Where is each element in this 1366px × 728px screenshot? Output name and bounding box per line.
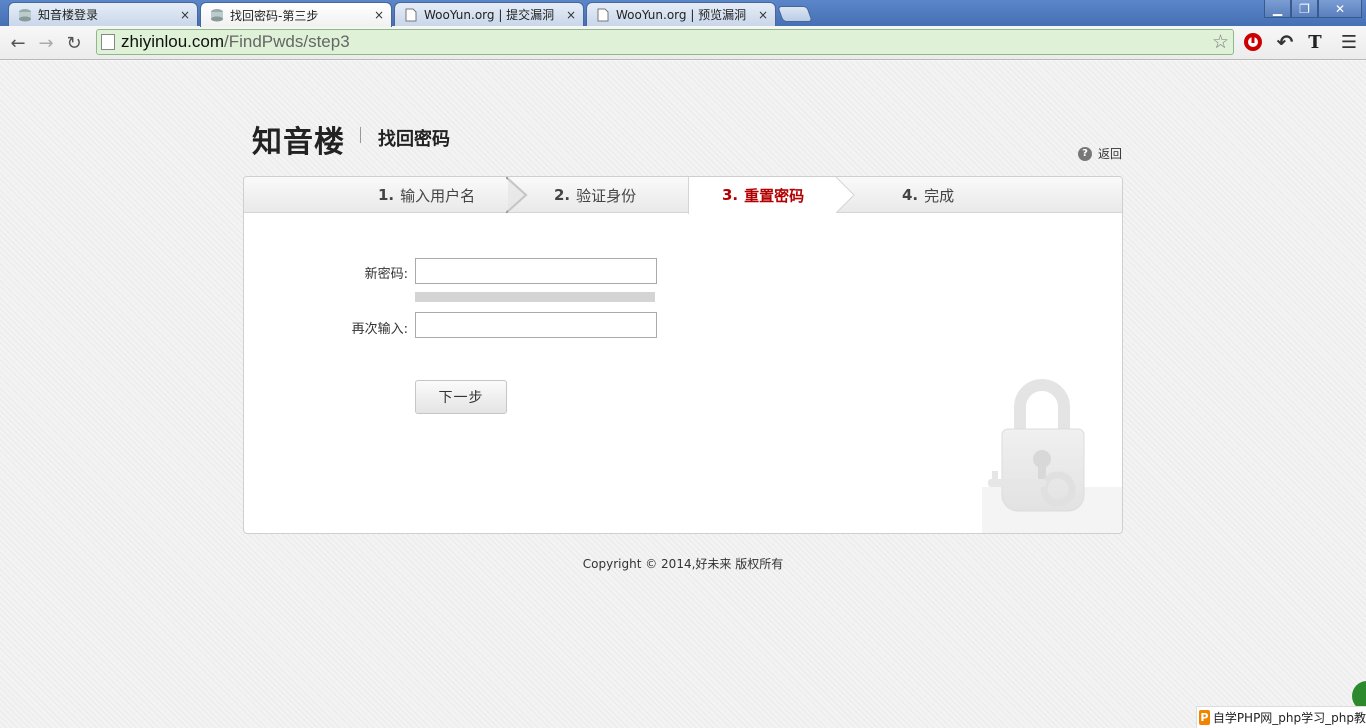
- tab-wooyun-preview[interactable]: WooYun.org | 预览漏洞 ×: [586, 2, 776, 26]
- new-password-field[interactable]: [415, 258, 657, 284]
- question-icon: ?: [1078, 146, 1092, 161]
- adblock-extension-icon[interactable]: [1242, 31, 1264, 53]
- restore-icon[interactable]: ❐: [1291, 0, 1318, 18]
- tab-findpwd-step3[interactable]: 找回密码-第三步 ×: [200, 2, 392, 27]
- window-controls: ▁ ❐ ✕: [1264, 0, 1362, 18]
- step-label: 重置密码: [744, 186, 805, 205]
- step-2: 2. 验证身份: [554, 177, 636, 213]
- step-number: 2.: [554, 186, 571, 204]
- font-extension-icon[interactable]: T: [1304, 31, 1326, 53]
- browser-toolbar: ← → ↻ zhiyinlou.com/FindPwds/step3 ☆ ↶ T…: [0, 26, 1366, 60]
- tab-close-icon[interactable]: ×: [177, 8, 193, 22]
- step-number: 3.: [722, 186, 739, 204]
- tab-login[interactable]: 知音楼登录 ×: [8, 2, 198, 26]
- address-bar[interactable]: zhiyinlou.com/FindPwds/step3 ☆: [96, 29, 1234, 55]
- tab-close-icon[interactable]: ×: [563, 8, 579, 22]
- step-label: 完成: [924, 186, 955, 205]
- copyright-text: Copyright © 2014,好未来 版权所有: [582, 557, 784, 571]
- logo-divider: [360, 127, 361, 143]
- close-window-icon[interactable]: ✕: [1318, 0, 1362, 18]
- reload-icon[interactable]: ↻: [62, 31, 86, 55]
- password-strength-bar: [415, 292, 655, 302]
- tab-close-icon[interactable]: ×: [371, 8, 387, 22]
- tab-wooyun-submit[interactable]: WooYun.org | 提交漏洞 ×: [394, 2, 584, 26]
- tab-title: WooYun.org | 提交漏洞: [424, 8, 555, 22]
- php-logo-icon: P: [1199, 710, 1210, 725]
- step-3: 3. 重置密码: [722, 177, 804, 213]
- step-label: 验证身份: [576, 186, 637, 205]
- site-favicon-icon: [17, 7, 33, 23]
- reset-password-panel: 1. 输入用户名 2. 验证身份 3. 重置密码 4. 完成 新密码: 再次输入…: [243, 176, 1123, 534]
- php-site-badge[interactable]: P 自学PHP网_php学习_php教: [1196, 706, 1366, 728]
- step-indicator: 1. 输入用户名 2. 验证身份 3. 重置密码 4. 完成: [244, 177, 1122, 214]
- step-separator-arrow-icon: [836, 177, 855, 213]
- php-badge-text: 自学PHP网_php学习_php教: [1212, 711, 1366, 725]
- confirm-password-field[interactable]: [415, 312, 657, 338]
- confirm-password-label: 再次输入:: [351, 322, 408, 337]
- step-number: 1.: [378, 186, 395, 204]
- page-content: 知音楼 找回密码 ? 返回 1. 输入用户名 2. 验证身份 3. 重置密码 4…: [0, 61, 1366, 728]
- menu-icon[interactable]: ☰: [1338, 31, 1360, 53]
- tab-title: 找回密码-第三步: [230, 8, 319, 23]
- new-password-label: 新密码:: [364, 267, 408, 282]
- next-step-button[interactable]: 下一步: [415, 380, 507, 414]
- tab-title: 知音楼登录: [38, 8, 99, 22]
- url-domain: zhiyinlou.com: [121, 32, 224, 51]
- page-icon: [403, 7, 419, 23]
- browser-tabstrip: 知音楼登录 × 找回密码-第三步 × WooYun.org | 提交漏洞 × W…: [0, 0, 1366, 27]
- page-icon: [595, 7, 611, 23]
- minimize-icon[interactable]: ▁: [1264, 0, 1291, 18]
- back-label: 返回: [1098, 147, 1123, 161]
- undo-extension-icon[interactable]: ↶: [1274, 30, 1296, 54]
- page-icon: [101, 34, 115, 50]
- tab-title: WooYun.org | 预览漏洞: [616, 8, 747, 22]
- url-path: /FindPwds/step3: [224, 32, 350, 51]
- new-tab-button[interactable]: [777, 6, 813, 22]
- tab-close-icon[interactable]: ×: [755, 8, 771, 22]
- page-title: 找回密码: [378, 129, 450, 150]
- site-favicon-icon: [209, 7, 225, 23]
- step-label: 输入用户名: [400, 186, 476, 205]
- step-1: 1. 输入用户名: [378, 177, 475, 213]
- back-link[interactable]: ? 返回: [1078, 145, 1122, 162]
- site-logo[interactable]: 知音楼: [252, 117, 345, 161]
- bookmark-star-icon[interactable]: ☆: [1212, 31, 1229, 54]
- step-number: 4.: [902, 186, 919, 204]
- back-arrow-icon[interactable]: ←: [6, 31, 30, 55]
- forward-arrow-icon[interactable]: →: [34, 31, 58, 55]
- lock-key-icon: [982, 379, 1122, 533]
- step-separator-arrow-icon: [506, 177, 528, 213]
- step-4: 4. 完成: [902, 177, 954, 213]
